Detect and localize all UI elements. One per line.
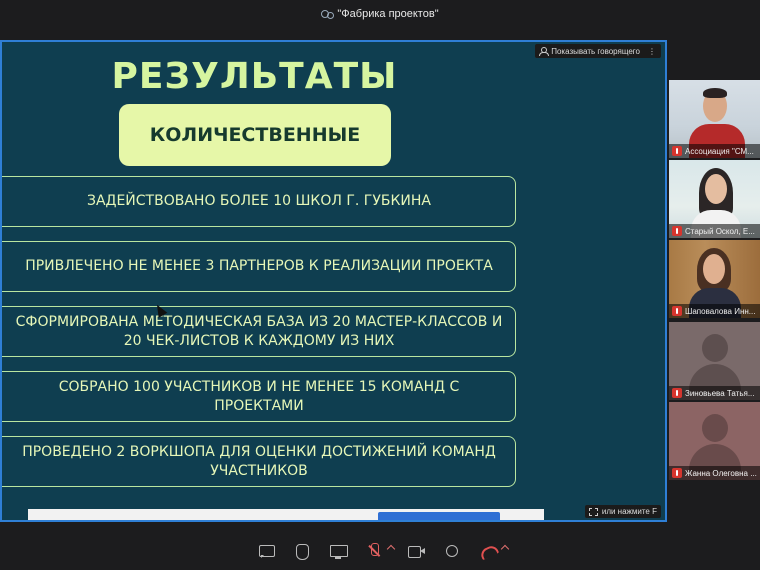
meeting-icon — [321, 9, 335, 19]
participant-tile[interactable]: Жанна Олеговна ... — [669, 402, 760, 480]
hangup-icon[interactable] — [477, 540, 499, 562]
more-icon[interactable] — [441, 540, 463, 562]
participant-tile[interactable]: Старый Оскол, Е... — [669, 160, 760, 238]
mic-muted-icon — [672, 226, 682, 236]
participant-label: Жанна Олеговна ... — [669, 466, 760, 480]
participant-face — [705, 174, 727, 204]
chat-icon[interactable] — [255, 540, 277, 562]
camera-icon[interactable] — [405, 540, 427, 562]
participant-tile[interactable]: Ассоциация "СМ... — [669, 80, 760, 158]
participant-label: Шаповалова Инн... — [669, 304, 760, 318]
result-item: ЗАДЕЙСТВОВАНО БОЛЕЕ 10 ШКОЛ Г. ГУБКИНА — [2, 176, 516, 227]
avatar-head — [702, 414, 728, 442]
slide-title: РЕЗУЛЬТАТЫ — [111, 56, 398, 97]
result-item: СФОРМИРОВАНА МЕТОДИЧЕСКАЯ БАЗА ИЗ 20 МАС… — [2, 306, 516, 357]
shared-browser-strip — [28, 509, 544, 520]
result-item: ПРОВЕДЕНО 2 ВОРКШОПА ДЛЯ ОЦЕНКИ ДОСТИЖЕН… — [2, 436, 516, 487]
person-icon — [539, 47, 550, 56]
chevron-up-icon — [500, 544, 510, 554]
participant-name: Зиновьева Татья... — [685, 388, 755, 398]
window-title: "Фабрика проектов" — [337, 8, 439, 20]
hangup-options-button[interactable] — [500, 540, 510, 562]
participant-name: Жанна Олеговна ... — [685, 468, 757, 478]
microphone-muted-icon[interactable] — [363, 540, 385, 562]
chevron-up-icon — [386, 544, 396, 554]
mic-options-button[interactable] — [386, 540, 396, 562]
fullscreen-button[interactable]: или нажмите F — [584, 505, 661, 518]
show-speaker-button[interactable]: Показывать говорящего ⋮ — [535, 44, 661, 58]
mic-muted-icon — [672, 388, 682, 398]
participant-label: Старый Оскол, Е... — [669, 224, 760, 238]
participant-name: Шаповалова Инн... — [685, 306, 756, 316]
participant-name: Ассоциация "СМ... — [685, 146, 754, 156]
slide-subtitle: КОЛИЧЕСТВЕННЫЕ — [119, 104, 391, 166]
video-conference-window: "Фабрика проектов" Показывать говорящего… — [0, 0, 760, 570]
participant-label: Ассоциация "СМ... — [669, 144, 760, 158]
mic-muted-icon — [672, 306, 682, 316]
fullscreen-icon — [588, 507, 598, 516]
more-options-icon[interactable]: ⋮ — [648, 47, 656, 56]
participant-name: Старый Оскол, Е... — [685, 226, 755, 236]
shared-screen[interactable]: Показывать говорящего ⋮ РЕЗУЛЬТАТЫ КОЛИЧ… — [0, 40, 667, 522]
participant-hair — [703, 88, 727, 98]
mic-muted-icon — [672, 468, 682, 478]
result-item: ПРИВЛЕЧЕНО НЕ МЕНЕЕ 3 ПАРТНЕРОВ К РЕАЛИЗ… — [2, 241, 516, 292]
fullscreen-hint-label: или нажмите F — [601, 507, 657, 516]
avatar-head — [702, 334, 728, 362]
shared-blue-button — [378, 512, 500, 520]
window-titlebar: "Фабрика проектов" — [0, 0, 760, 28]
call-toolbar — [0, 532, 760, 570]
participant-label: Зиновьева Татья... — [669, 386, 760, 400]
screen-share-icon[interactable] — [327, 540, 349, 562]
mic-muted-icon — [672, 146, 682, 156]
show-speaker-label: Показывать говорящего — [551, 46, 640, 56]
raise-hand-icon[interactable] — [291, 540, 313, 562]
participant-tile[interactable]: Зиновьева Татья... — [669, 322, 760, 400]
result-item: СОБРАНО 100 УЧАСТНИКОВ И НЕ МЕНЕЕ 15 КОМ… — [2, 371, 516, 422]
participant-face — [703, 254, 725, 284]
participant-tile[interactable]: Шаповалова Инн... — [669, 240, 760, 318]
